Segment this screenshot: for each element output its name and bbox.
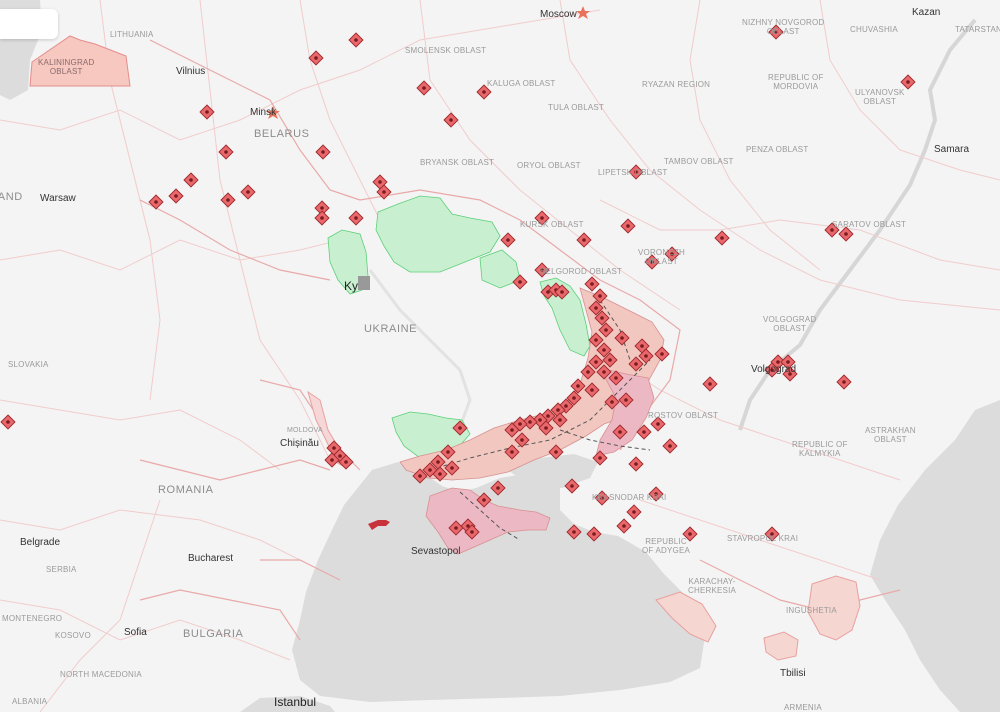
search-panel[interactable] [0,9,58,39]
kyiv-square-icon[interactable] [358,276,370,290]
map-canvas[interactable] [0,0,1000,712]
